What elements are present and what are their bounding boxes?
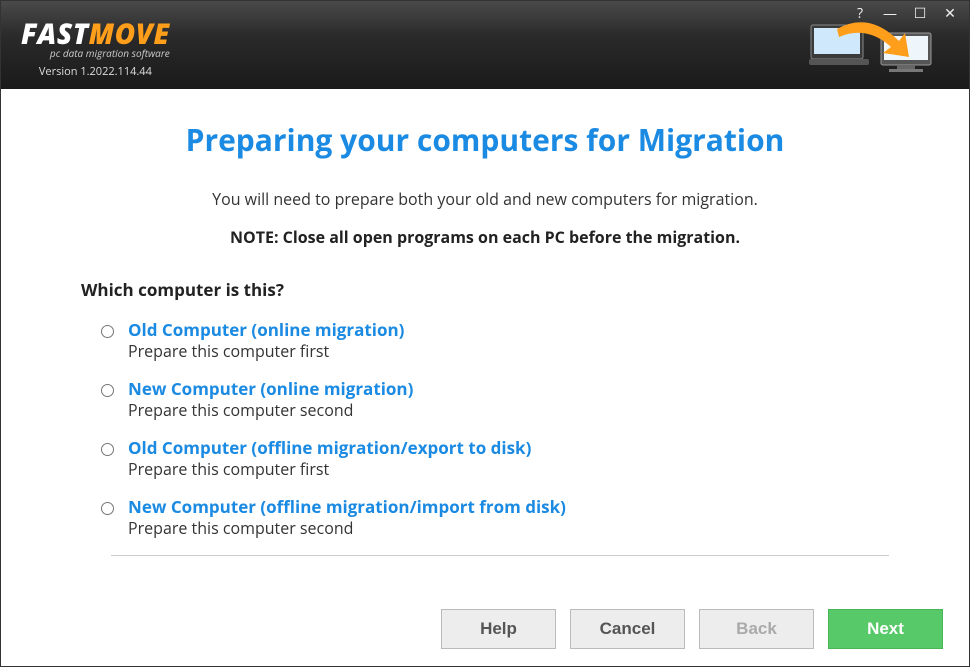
options-group: Old Computer (online migration) Prepare … [81, 319, 889, 539]
close-icon[interactable]: ✕ [941, 7, 959, 21]
option-title: Old Computer (online migration) [128, 319, 889, 341]
titlebar: ? — ☐ ✕ FASTMOVE pc data migration softw… [1, 1, 969, 89]
question-label: Which computer is this? [81, 278, 889, 301]
back-button[interactable]: Back [699, 609, 814, 649]
logo-block: FASTMOVE pc data migration software Vers… [21, 12, 170, 79]
migration-art-icon [809, 19, 939, 79]
option-title: New Computer (offline migration/import f… [128, 496, 889, 518]
option-old-offline[interactable]: Old Computer (offline migration/export t… [101, 437, 889, 480]
option-new-online[interactable]: New Computer (online migration) Prepare … [101, 378, 889, 421]
option-desc: Prepare this computer first [128, 341, 889, 362]
help-button[interactable]: Help [441, 609, 556, 649]
version-label: Version 1.2022.114.44 [21, 64, 170, 79]
content-area: Preparing your computers for Migration Y… [1, 89, 969, 591]
note-text: NOTE: Close all open programs on each PC… [81, 226, 889, 248]
next-button[interactable]: Next [828, 609, 943, 649]
option-title: New Computer (online migration) [128, 378, 889, 400]
app-logo: FASTMOVE [21, 20, 170, 48]
option-new-offline[interactable]: New Computer (offline migration/import f… [101, 496, 889, 539]
radio-old-offline[interactable] [101, 443, 114, 456]
radio-old-online[interactable] [101, 325, 114, 338]
option-desc: Prepare this computer first [128, 459, 889, 480]
option-old-online[interactable]: Old Computer (online migration) Prepare … [101, 319, 889, 362]
radio-new-offline[interactable] [101, 502, 114, 515]
cancel-button[interactable]: Cancel [570, 609, 685, 649]
radio-new-online[interactable] [101, 384, 114, 397]
option-desc: Prepare this computer second [128, 400, 889, 421]
option-title: Old Computer (offline migration/export t… [128, 437, 889, 459]
page-title: Preparing your computers for Migration [81, 119, 889, 160]
option-desc: Prepare this computer second [128, 518, 889, 539]
footer: Help Cancel Back Next [1, 591, 969, 666]
divider [111, 555, 889, 556]
intro-text: You will need to prepare both your old a… [81, 188, 889, 210]
